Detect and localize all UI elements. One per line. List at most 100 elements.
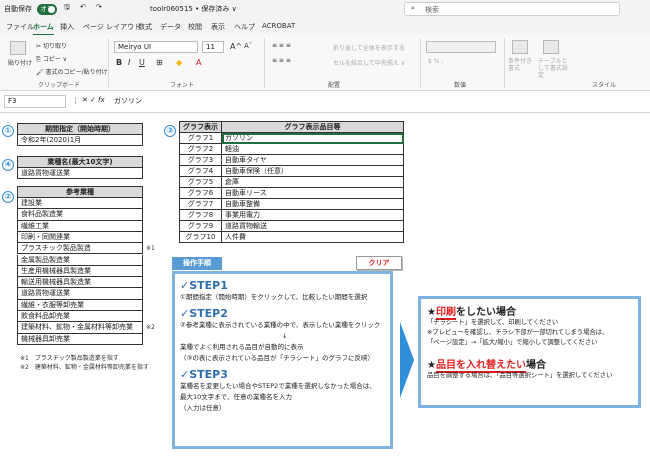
industry-item[interactable]: 印刷・同関連業 [17,231,143,244]
paste-button[interactable]: 貼り付け [8,58,32,67]
industry-item[interactable]: 飲食料品卸売業 [17,311,143,323]
italic-icon[interactable]: I [128,58,130,67]
font-name-select[interactable]: Meiryo UI [114,41,198,53]
ribbon-tabs: ファイル ホーム 挿入 ページ レイアウト 数式 データ 校閲 表示 ヘルプ A… [0,18,650,36]
save-icon[interactable]: 🖫 [64,3,70,14]
graph-table: グラフ表示 グラフ表示品目等 グラフ1 ガソリン グラフ2 軽油 グラフ3 自動車タイヤグ… [179,121,404,243]
table-format-button[interactable]: テーブルとして書式設定 [538,58,570,79]
industry-item[interactable]: 繊維工業 [17,220,143,232]
step-line: （③の表に表示されている品目が「チラシート」のグラフに反映） [180,354,375,362]
tab-page-layout[interactable]: ページ レイアウト [83,22,141,32]
divider [420,38,421,88]
fill-color-icon[interactable]: ◆ [176,58,182,67]
print-heading-suffix: をしたい場合 [455,307,516,318]
industry-item[interactable]: 繊維・衣服等卸売業 [17,299,143,311]
industry-item[interactable]: 建設業 [17,198,143,210]
graph-item-cell[interactable]: 軽油 [221,143,404,155]
tab-data[interactable]: データ [160,22,181,32]
graph-item-cell[interactable]: 自動車リース [221,187,404,199]
name-box-dropdown-icon[interactable]: ⋮ [72,97,79,105]
steps-panel: ✓STEP1 ①期間指定（開始時期）をクリックして、比較したい期間を選択 ✓STEP… [172,271,393,449]
graph-item-cell[interactable]: ガソリン [221,132,404,144]
cond-format-button[interactable]: 条件付き書式 [508,58,536,72]
autosave-toggle[interactable]: オン [37,4,57,15]
title-bar: 自動保存 オン 🖫 ↶ ↷ toolr060515 • 保存済み ∨ ⌕ 検索 [0,0,650,18]
industry-item[interactable]: 金属製品製造業 [17,254,143,266]
paste-icon[interactable] [10,41,26,55]
merge-center-button[interactable]: セルを結合して中央揃え ∨ [333,58,405,67]
bold-icon[interactable]: B [116,58,122,67]
number-group-label: 数値 [454,82,467,89]
tab-acrobat[interactable]: ACROBAT [262,22,295,30]
file-name[interactable]: toolr060515 • 保存済み ∨ [150,4,237,14]
tab-review[interactable]: 校閲 [188,22,202,32]
graph-label-cell: グラフ6 [179,187,222,199]
table-row: グラフ7 自動車整備 [179,198,404,210]
step-line: ↓ [282,332,288,340]
cond-format-icon[interactable] [512,40,528,54]
clear-button[interactable]: クリア [356,256,402,270]
tab-insert[interactable]: 挿入 [60,22,74,32]
graph-item-cell[interactable]: 道路貨物輸送 [221,220,404,232]
redo-icon[interactable]: ↷ [96,3,102,11]
format-painter-button[interactable]: 🖌 書式のコピー/貼り付け [36,67,108,76]
font-color-icon[interactable]: A [196,58,201,67]
name-box[interactable]: F3 [4,95,66,108]
industry-item[interactable]: 道路貨物運送業 [17,288,143,300]
copy-button[interactable]: ⎘ コピー ∨ [36,54,67,64]
badge-3: ③ [164,125,176,137]
table-row: グラフ2 軽油 [179,143,404,155]
print-line: ※プレビューを確認し、チラシ下部が一部切れてしまう場合は、 [427,329,609,336]
tab-help[interactable]: ヘルプ [234,22,255,32]
cancel-icon[interactable]: ✕ [82,96,88,104]
tab-formulas[interactable]: 数式 [138,22,152,32]
tab-file[interactable]: ファイル [6,22,34,32]
graph-item-cell[interactable]: 自動車タイヤ [221,154,404,166]
border-icon[interactable]: ⊞ [156,58,163,67]
formula-input[interactable]: ガソリン [110,95,646,108]
industry-item[interactable]: プラスチック製品製造 [17,243,143,255]
cut-button[interactable]: ✂ 切り取り [36,41,67,50]
industry-name-cell[interactable]: 道路貨物運送業 [17,168,143,179]
step-title: ✓STEP3 [180,368,228,381]
period-cell[interactable]: 令和2年(2020)1月 [17,135,143,146]
tab-home[interactable]: ホーム [33,22,54,36]
graph-item-cell[interactable]: 自動車保険（任意） [221,165,404,177]
industry-item[interactable]: 輸送用機械器具製造業 [17,277,143,289]
step-line: 業種名を変更したい場合やSTEP2で業種を選択しなかった場合は、 [180,382,376,390]
excel-window: 自動保存 オン 🖫 ↶ ↷ toolr060515 • 保存済み ∨ ⌕ 検索 … [0,0,650,458]
graph-item-cell[interactable]: 事業用電力 [221,209,404,221]
graph-item-cell[interactable]: 人件費 [221,231,404,243]
number-format-select[interactable] [426,41,496,53]
step-line: ②参考業種に表示されている業種の中で、表示したい業種をクリック [180,321,381,329]
industry-item[interactable]: 機械器具卸売業 [17,333,143,345]
enter-icon[interactable]: ✓ [90,96,96,104]
fx-icon[interactable]: fx [98,96,105,104]
wrap-text-button[interactable]: 折り返して全体を表示する [333,43,405,52]
graph-label-cell: グラフ7 [179,198,222,210]
period-header: 期間指定（開始時期） [17,123,143,135]
graph-item-cell[interactable]: 自動車整備 [221,198,404,210]
align-left-icon[interactable]: ≡ ≡ ≡ [272,57,291,64]
steps-button[interactable]: 操作手順 [172,257,222,270]
graph-item-cell[interactable]: 倉庫 [221,176,404,188]
undo-icon[interactable]: ↶ [80,3,86,11]
table-row: グラフ6 自動車リース [179,187,404,199]
align-top-icon[interactable]: ≡ ≡ ≡ [272,42,291,49]
note-1: ※1 プラスチック製品製造業を指す [20,355,119,362]
font-size-select[interactable]: 11 [202,41,224,53]
brush-icon: 🖌 [36,69,44,76]
grow-font-icon[interactable]: A^ [230,42,242,51]
currency-icon[interactable]: $ % , [428,58,443,65]
underline-icon[interactable]: U [139,58,145,67]
industry-item[interactable]: 食料品製造業 [17,209,143,221]
industry-item[interactable]: 建築材料、鉱物・金属材料等卸売業 [17,322,143,334]
star-icon: ★ [427,360,436,371]
industry-item[interactable]: 生産用機械器具製造業 [17,265,143,278]
search-input[interactable]: ⌕ 検索 [404,2,620,16]
print-line: 「チラシート」を選択して、印刷してください [427,319,559,326]
table-format-icon[interactable] [543,40,559,54]
shrink-font-icon[interactable]: Aˇ [244,42,252,50]
style-group-label: スタイル [592,82,617,89]
tab-view[interactable]: 表示 [211,22,225,32]
